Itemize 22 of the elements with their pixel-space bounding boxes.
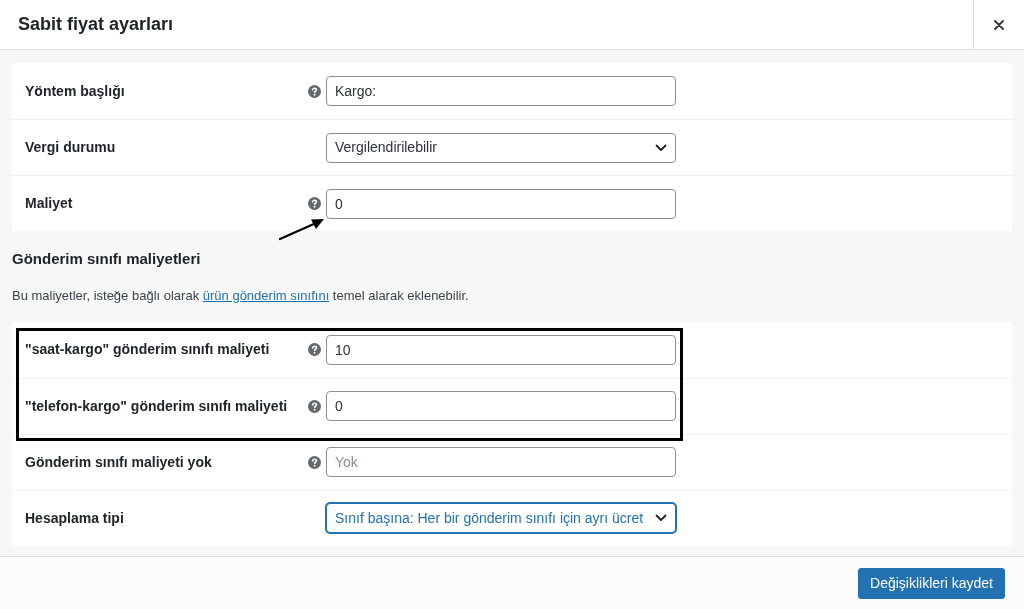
field-label: Vergi durumu [24,138,117,157]
close-icon [994,19,1004,30]
text-field[interactable]: 0 [326,188,676,219]
chevron-down-icon [655,143,667,152]
text-field[interactable]: Yok [326,447,676,477]
text-field[interactable]: Kargo: [326,76,676,106]
field-label: Hesaplama tipi [24,508,125,528]
description-text: Bu maliyetler, isteğe bağlı olarak ürün gönderim sınıfını temel alarak eklenebilir. [12,287,470,305]
text-field[interactable]: 0 [326,391,676,421]
select-field[interactable]: Sınıf başına: Her bir gönderim sınıfı için ayrı ücret [326,503,676,533]
shipping-class-link[interactable]: ürün gönderim sınıfını [202,288,330,303]
select-field[interactable]: Vergilendirilebilir [326,132,676,163]
field-label: "saat-kargo" gönderim sınıfı maliyeti [24,340,271,359]
field-label: Yöntem başlığı [24,81,126,101]
chevron-down-icon [655,514,667,522]
field-label: "telefon-kargo" gönderim sınıfı maliyeti [24,396,289,416]
section-heading: Gönderim sınıfı maliyetleri [12,250,202,268]
text-field[interactable]: 10 [326,334,676,365]
save-button[interactable]: Değişiklikleri kaydet [858,567,1005,599]
dialog-title: Sabit fiyat ayarları [17,13,174,36]
field-label: Maliyet [24,194,74,213]
field-label: Gönderim sınıfı maliyeti yok [24,452,213,472]
